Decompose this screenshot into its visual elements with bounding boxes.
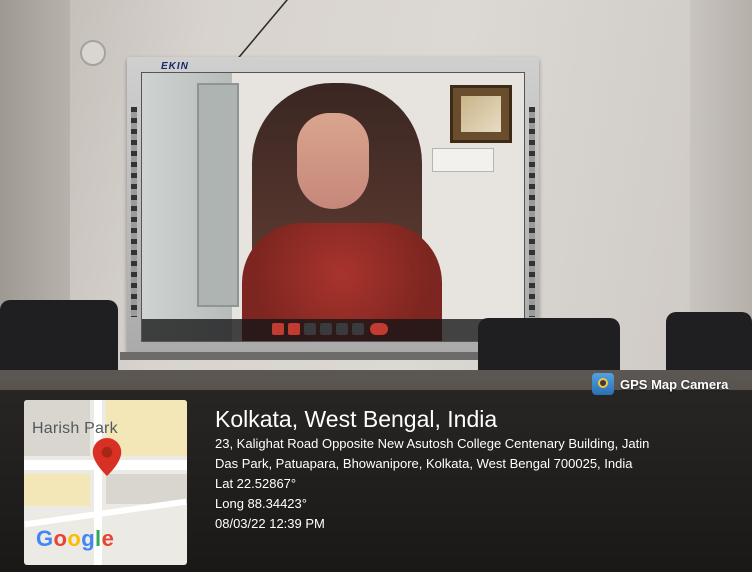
mic-button-icon xyxy=(272,323,284,335)
address-line-2: Das Park, Patuapara, Bhowanipore, Kolkat… xyxy=(215,456,633,471)
hand-button-icon xyxy=(320,323,332,335)
end-call-icon xyxy=(370,323,388,335)
chair xyxy=(0,300,118,380)
badge-label: GPS Map Camera xyxy=(620,376,729,392)
captions-button-icon xyxy=(304,323,316,335)
camera-pin-icon xyxy=(592,373,614,395)
display-side-buttons-left xyxy=(131,107,137,317)
map-pin-icon xyxy=(92,438,122,476)
speaker-face xyxy=(297,113,369,209)
more-options-icon xyxy=(352,323,364,335)
call-control-bar xyxy=(142,319,524,341)
interactive-display: EKIN xyxy=(127,57,539,353)
location-info: Kolkata, West Bengal, India 23, Kalighat… xyxy=(215,404,735,534)
display-brand: EKIN xyxy=(161,61,189,72)
gps-map-camera-badge: GPS Map Camera xyxy=(592,372,728,396)
google-logo: Google xyxy=(36,526,115,551)
video-call-screen xyxy=(141,72,525,342)
map-block xyxy=(24,474,90,506)
address-line-1: 23, Kalighat Road Opposite New Asutosh C… xyxy=(215,436,650,451)
timestamp: 08/03/22 12:39 PM xyxy=(215,516,325,531)
map-place-label: Harish Park xyxy=(32,420,118,437)
present-button-icon xyxy=(336,323,348,335)
location-title: Kolkata, West Bengal, India xyxy=(215,406,498,432)
switchboard xyxy=(432,148,494,172)
latitude: Lat 22.52867° xyxy=(215,476,297,491)
display-side-buttons-right xyxy=(529,107,535,317)
camera-button-icon xyxy=(288,323,300,335)
map-thumbnail: Harish Park Google xyxy=(24,400,187,565)
longitude: Long 88.34423° xyxy=(215,496,307,511)
cable xyxy=(153,0,289,62)
background-door xyxy=(197,83,239,307)
wall-fixture xyxy=(80,40,106,66)
wall-picture-frame xyxy=(450,85,512,143)
